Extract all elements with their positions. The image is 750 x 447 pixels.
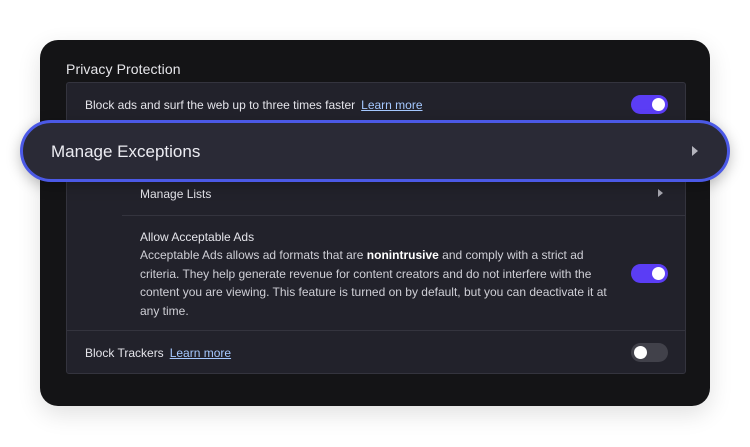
acceptable-ads-desc-part: Acceptable Ads allows ad formats that ar… bbox=[140, 248, 367, 262]
block-ads-toggle[interactable] bbox=[631, 95, 668, 114]
manage-exceptions-button[interactable]: Manage Exceptions bbox=[20, 120, 730, 182]
chevron-right-icon bbox=[692, 146, 698, 156]
toggle-knob bbox=[652, 98, 665, 111]
block-trackers-label: Block Trackers bbox=[85, 346, 164, 360]
toggle-knob bbox=[652, 267, 665, 280]
acceptable-ads-desc-bold: nonintrusive bbox=[366, 248, 439, 262]
manage-exceptions-label: Manage Exceptions bbox=[51, 142, 201, 161]
block-trackers-learn-more-link[interactable]: Learn more bbox=[170, 346, 231, 360]
block-trackers-toggle[interactable] bbox=[631, 343, 668, 362]
section-title: Privacy Protection bbox=[66, 61, 181, 77]
acceptable-ads-toggle[interactable] bbox=[631, 264, 668, 283]
manage-lists-label[interactable]: Manage Lists bbox=[140, 187, 211, 201]
block-ads-learn-more-link[interactable]: Learn more bbox=[361, 98, 422, 112]
acceptable-ads-description: Acceptable Ads allows ad formats that ar… bbox=[140, 246, 610, 320]
manage-lists-caret-icon bbox=[658, 189, 663, 197]
acceptable-ads-title: Allow Acceptable Ads bbox=[140, 230, 255, 244]
block-ads-row: Block ads and surf the web up to three t… bbox=[85, 98, 423, 112]
divider bbox=[67, 330, 685, 331]
block-trackers-row: Block Trackers Learn more bbox=[85, 346, 231, 360]
block-ads-label: Block ads and surf the web up to three t… bbox=[85, 98, 356, 112]
divider bbox=[122, 215, 685, 216]
toggle-knob bbox=[634, 346, 647, 359]
